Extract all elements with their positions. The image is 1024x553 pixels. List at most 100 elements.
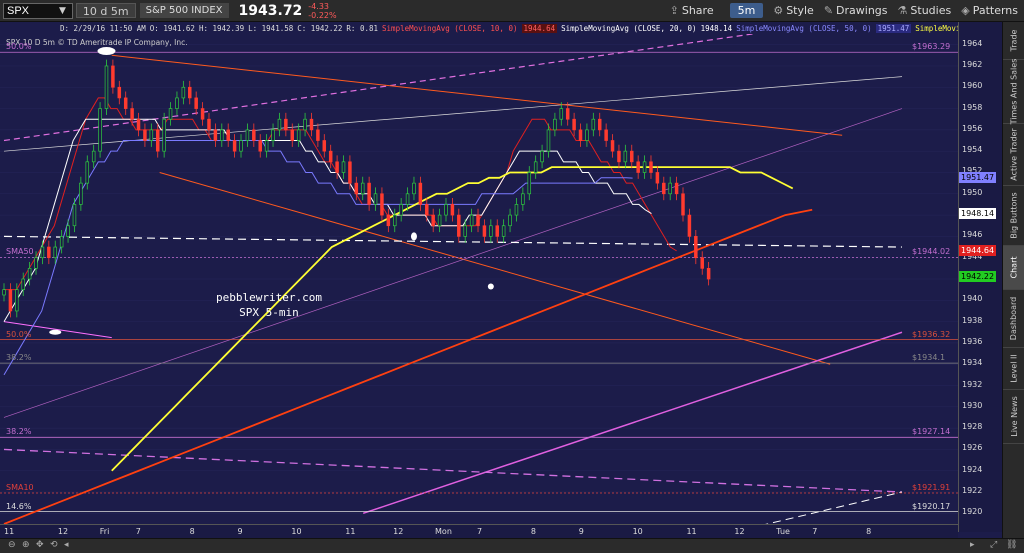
time-tick: 8 bbox=[189, 527, 195, 536]
candle-body bbox=[559, 108, 564, 120]
sidebar-tab-big-buttons[interactable]: Big Buttons bbox=[1003, 186, 1024, 246]
reset-icon[interactable]: ⟲ bbox=[50, 540, 58, 550]
pivot-marker bbox=[410, 232, 417, 241]
candle-body bbox=[220, 129, 224, 141]
candle-body bbox=[175, 97, 179, 109]
chevron-down-icon[interactable]: ▼ bbox=[59, 6, 66, 16]
candle-body bbox=[591, 118, 596, 131]
studies-label: Studies bbox=[910, 4, 952, 17]
info-sma20-value: 1948.14 bbox=[700, 23, 733, 33]
info-sma10-value: 1944.64 bbox=[521, 23, 558, 33]
price-tick: 1934 bbox=[962, 358, 983, 368]
candle-body bbox=[136, 118, 141, 131]
candle-body bbox=[328, 150, 333, 163]
time-tick: Tue bbox=[776, 527, 790, 536]
candle-body bbox=[533, 161, 538, 173]
candle-body bbox=[98, 108, 102, 152]
candle-body bbox=[2, 289, 6, 296]
candle-body bbox=[296, 129, 301, 141]
pan-icon[interactable]: ✥ bbox=[36, 540, 44, 550]
time-axis[interactable]: 11 12 Fri 7 8 9 10 11 12 Mon 7 8 9 10 11 12 Tue 7 8 bbox=[0, 524, 958, 538]
candle-body bbox=[540, 150, 544, 163]
price-tick: 1938 bbox=[962, 315, 983, 325]
candle-body bbox=[354, 182, 359, 195]
chart-info-bar: D: 2/29/16 11:50 AM O: 1941.62 H: 1942.3… bbox=[0, 22, 958, 34]
patterns-button[interactable]: ◈ Patterns bbox=[961, 4, 1018, 17]
candle-body bbox=[85, 161, 90, 184]
candle-body bbox=[425, 204, 429, 216]
style-label: Style bbox=[786, 4, 814, 17]
period-selector[interactable]: 10 d 5m bbox=[75, 3, 136, 18]
share-button[interactable]: ⇪ Share bbox=[670, 4, 714, 17]
candle-body bbox=[277, 118, 282, 131]
thinkorswim-chart-window: ▼ 10 d 5m S&P 500 INDEX 1943.72 -4.33 -0… bbox=[0, 0, 1024, 553]
expand-icon[interactable]: ⤢ bbox=[990, 540, 997, 550]
price-tick: 1960 bbox=[962, 81, 983, 91]
time-tick: 11 bbox=[686, 527, 697, 536]
price-badge: 1948.14 bbox=[959, 207, 997, 219]
sidebar-tab-label: Chart bbox=[1009, 256, 1019, 279]
candle-body bbox=[252, 129, 256, 141]
candle-body bbox=[123, 97, 128, 109]
sidebar-tab-times-and-sales[interactable]: Times And Sales bbox=[1003, 59, 1024, 124]
candle-body bbox=[681, 193, 685, 216]
price-tick: 1954 bbox=[962, 145, 983, 155]
candle-body bbox=[162, 118, 166, 152]
candle-body bbox=[149, 129, 154, 141]
price-tick: 1920 bbox=[962, 507, 983, 517]
level-label-left: SMA10 bbox=[6, 483, 34, 492]
candle-body bbox=[27, 267, 32, 280]
chart-bottom-bar: ⊖ ⊕ ✥ ⟲ ◂ ▸ ⤢ ⛓ bbox=[0, 538, 1024, 553]
candle-body bbox=[674, 182, 679, 195]
level-label-right: $1963.29 bbox=[912, 42, 951, 52]
sidebar-tab-trade[interactable]: Trade bbox=[1003, 22, 1024, 60]
candle-body bbox=[399, 204, 403, 216]
candle-body bbox=[303, 118, 307, 131]
sidebar-tab-dashboard[interactable]: Dashboard bbox=[1003, 290, 1024, 348]
sidebar-tab-level-ii[interactable]: Level II bbox=[1003, 348, 1024, 390]
link-icon[interactable]: ⛓ bbox=[1006, 540, 1017, 550]
candle-body bbox=[40, 246, 45, 259]
info-sma50-name: SimpleMovingAvg (CLOSE, 50, 0) bbox=[736, 23, 872, 33]
candle-body bbox=[239, 140, 243, 152]
scroll-left-icon[interactable]: ◂ bbox=[64, 540, 69, 550]
candle-body bbox=[284, 118, 288, 131]
drawings-button[interactable]: ✎ Drawings bbox=[824, 4, 888, 17]
zoom-out-icon[interactable]: ⊖ bbox=[8, 540, 16, 550]
security-name-button[interactable]: S&P 500 INDEX bbox=[139, 3, 229, 18]
level-label-left: 50.0% bbox=[6, 329, 32, 339]
pencil-icon: ✎ bbox=[823, 4, 834, 17]
candle-body bbox=[213, 129, 218, 141]
share-label: Share bbox=[681, 4, 714, 17]
price-tick: 1962 bbox=[962, 59, 983, 69]
info-close: C: 1942.22 bbox=[297, 23, 343, 33]
candle-body bbox=[194, 97, 198, 109]
candle-body bbox=[264, 140, 269, 152]
style-button[interactable]: ⚙ Style bbox=[773, 4, 814, 17]
candle-body bbox=[341, 161, 346, 173]
scroll-right-icon[interactable]: ▸ bbox=[970, 540, 975, 550]
sidebar-tab-active-trader[interactable]: Active Trader bbox=[1003, 124, 1024, 186]
pivot-marker bbox=[487, 283, 494, 290]
timeframe-selector[interactable]: 5m bbox=[729, 3, 764, 18]
flask-icon: ⚗ bbox=[897, 4, 908, 17]
info-range: R: 0.81 bbox=[346, 23, 379, 33]
candle-body bbox=[604, 129, 608, 141]
zoom-in-icon[interactable]: ⊕ bbox=[22, 540, 30, 550]
sidebar-tab-live-news[interactable]: Live News bbox=[1003, 390, 1024, 444]
sidebar-tab-label: Dashboard bbox=[1009, 296, 1019, 341]
info-sma20-name: SimpleMovingAvg (CLOSE, 20, 0) bbox=[561, 23, 697, 33]
price-tick: 1940 bbox=[962, 294, 983, 304]
candle-body bbox=[521, 193, 525, 205]
time-tick: 12 bbox=[57, 527, 69, 536]
studies-button[interactable]: ⚗ Studies bbox=[898, 4, 952, 17]
price-tick: 1936 bbox=[962, 336, 983, 346]
candle-body bbox=[418, 182, 423, 205]
candle-body bbox=[91, 150, 96, 163]
drawings-label: Drawings bbox=[836, 4, 888, 17]
price-chart[interactable] bbox=[0, 34, 958, 524]
pivot-marker bbox=[97, 47, 116, 56]
sidebar-tab-chart[interactable]: Chart bbox=[1003, 246, 1024, 290]
candle-body bbox=[687, 214, 692, 237]
info-sma50-value: 1951.47 bbox=[875, 23, 912, 33]
